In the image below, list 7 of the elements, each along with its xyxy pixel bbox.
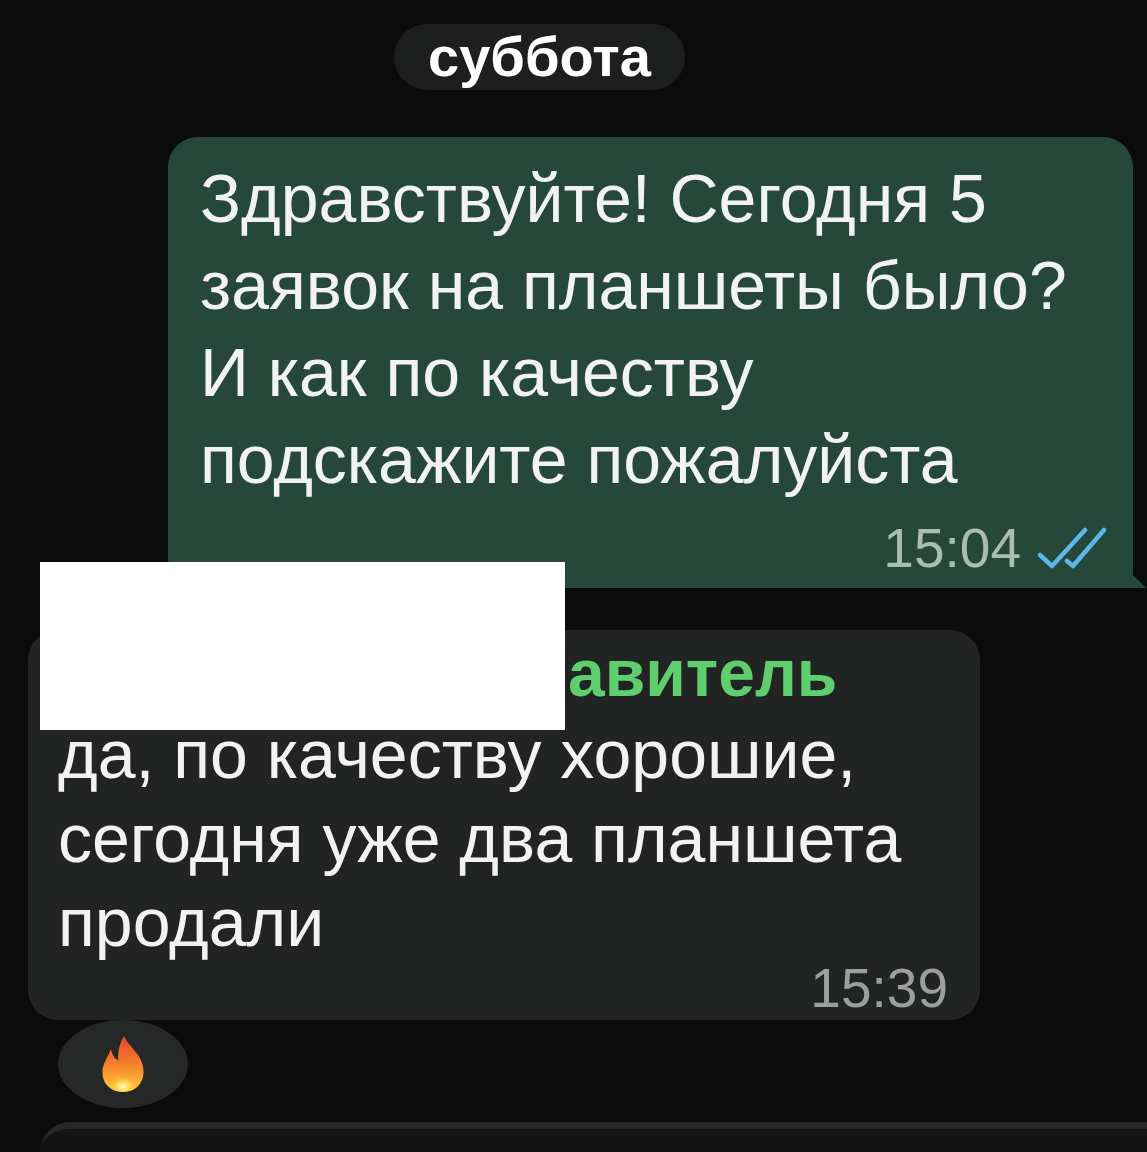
message-time: 15:04 bbox=[883, 518, 1021, 578]
message-text: да, по качеству хорошие, сегодня уже два планшета продали bbox=[58, 715, 903, 962]
date-divider: суббота bbox=[394, 24, 685, 90]
message-time: 15:39 bbox=[810, 964, 948, 1012]
message-text: Здравствуйте! Сегодня 5 заявок на планшеты было? И как по качеству подскажите пожалуйста bbox=[200, 159, 1068, 499]
sender-name: авитель bbox=[568, 638, 838, 708]
fire-icon bbox=[102, 1036, 144, 1092]
